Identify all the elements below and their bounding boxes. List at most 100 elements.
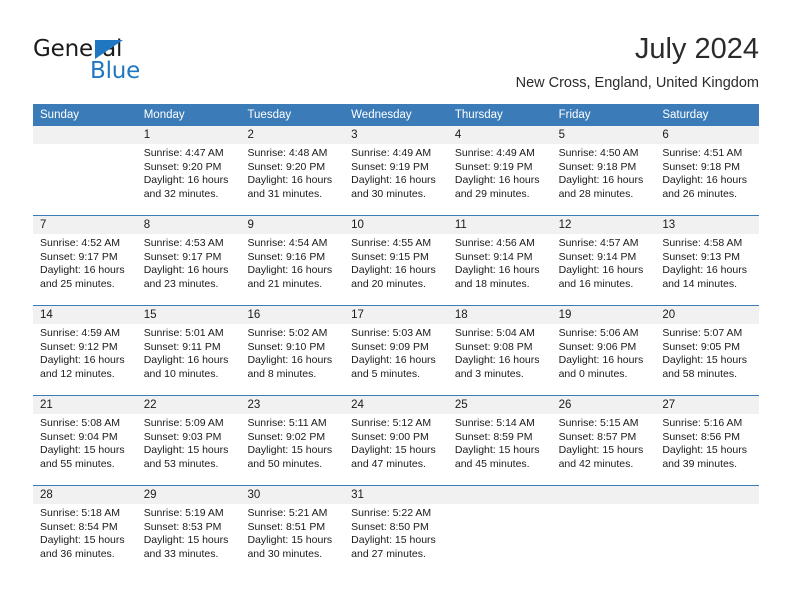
day-number[interactable]: 23 [240,396,344,414]
day-cell[interactable]: Sunrise: 5:21 AM Sunset: 8:51 PM Daylight:… [240,504,344,575]
day-number[interactable]: 11 [448,216,552,234]
day-cell[interactable]: Sunrise: 4:56 AM Sunset: 9:14 PM Daylight:… [448,234,552,305]
day-cell[interactable]: Sunrise: 5:15 AM Sunset: 8:57 PM Daylight:… [552,414,656,485]
sunset-text: Sunset: 8:56 PM [662,430,740,443]
weekday-header-saturday: Saturday [662,109,709,121]
daylight-line2-text: and 27 minutes. [351,547,426,560]
day-cell[interactable]: Sunrise: 5:22 AM Sunset: 8:50 PM Daylight:… [344,504,448,575]
day-cell[interactable]: Sunrise: 4:55 AM Sunset: 9:15 PM Daylight:… [344,234,448,305]
day-cell[interactable]: Sunrise: 5:19 AM Sunset: 8:53 PM Daylight:… [137,504,241,575]
day-cell[interactable]: Sunrise: 5:01 AM Sunset: 9:11 PM Daylight:… [137,324,241,395]
sunrise-text: Sunrise: 5:07 AM [662,327,743,339]
day-cell[interactable]: Sunrise: 5:16 AM Sunset: 8:56 PM Daylight:… [655,414,759,485]
day-number[interactable]: 10 [344,216,448,234]
daylight-line1-text: Daylight: 16 hours [558,354,644,367]
daylight-line1-text: Daylight: 15 hours [143,444,229,457]
day-number[interactable]: 30 [240,486,344,504]
sunset-text: Sunset: 9:13 PM [662,250,740,263]
day-cell[interactable]: Sunrise: 4:52 AM Sunset: 9:17 PM Daylight:… [33,234,137,305]
daylight-line2-text: and 58 minutes. [662,367,738,380]
day-cell[interactable]: Sunrise: 4:53 AM Sunset: 9:17 PM Daylight:… [137,234,241,305]
day-cell[interactable]: Sunrise: 4:47 AM Sunset: 9:20 PM Daylight:… [137,144,241,215]
day-number[interactable]: 13 [655,216,759,234]
day-number[interactable]: 15 [137,306,241,324]
day-number[interactable]: 18 [448,306,552,324]
sunset-text: Sunset: 9:15 PM [351,250,429,263]
daylight-line1-text: Daylight: 15 hours [662,444,747,457]
daylight-line2-text: and 29 minutes. [454,187,530,200]
week-day-number-band: 14 15 16 17 18 19 20 [33,306,759,324]
sunset-text: Sunset: 9:17 PM [143,250,222,263]
daylight-line2-text: and 12 minutes. [40,367,115,380]
day-number[interactable]: 27 [655,396,759,414]
day-number[interactable]: 22 [137,396,241,414]
sunset-text: Sunset: 9:14 PM [558,250,637,263]
daylight-line1-text: Daylight: 15 hours [454,444,540,457]
daylight-line2-text: and 25 minutes. [40,277,115,290]
sunrise-text: Sunrise: 5:02 AM [247,327,328,339]
day-cell[interactable]: Sunrise: 4:57 AM Sunset: 9:14 PM Daylight:… [552,234,656,305]
day-number[interactable]: 20 [655,306,759,324]
day-cell[interactable]: Sunrise: 4:50 AM Sunset: 9:18 PM Daylight:… [552,144,656,215]
day-number[interactable]: 9 [240,216,344,234]
sunrise-text: Sunrise: 5:15 AM [558,417,639,429]
day-number[interactable]: 16 [240,306,344,324]
daylight-line2-text: and 28 minutes. [558,187,634,200]
day-cell[interactable]: Sunrise: 5:06 AM Sunset: 9:06 PM Daylight:… [552,324,656,395]
day-cell[interactable]: Sunrise: 4:54 AM Sunset: 9:16 PM Daylight:… [240,234,344,305]
sunrise-text: Sunrise: 5:21 AM [247,507,328,519]
daylight-line1-text: Daylight: 16 hours [40,264,125,277]
day-cell[interactable]: Sunrise: 5:18 AM Sunset: 8:54 PM Daylight:… [33,504,137,575]
day-cell[interactable]: Sunrise: 5:12 AM Sunset: 9:00 PM Daylight:… [344,414,448,485]
daylight-line2-text: and 50 minutes. [247,457,323,470]
day-cell[interactable]: Sunrise: 5:14 AM Sunset: 8:59 PM Daylight:… [448,414,552,485]
day-number[interactable]: 19 [552,306,656,324]
day-number[interactable]: 26 [552,396,656,414]
day-cell[interactable]: Sunrise: 5:09 AM Sunset: 9:03 PM Daylight:… [137,414,241,485]
sunrise-text: Sunrise: 4:52 AM [40,237,120,249]
day-number[interactable]: 12 [552,216,656,234]
daylight-line1-text: Daylight: 16 hours [40,354,125,367]
daylight-line1-text: Daylight: 16 hours [558,174,644,187]
day-number[interactable]: 14 [33,306,137,324]
day-number[interactable]: 25 [448,396,552,414]
day-number[interactable]: 21 [33,396,137,414]
day-number[interactable]: 1 [137,126,241,144]
day-number[interactable]: 5 [552,126,656,144]
sunrise-text: Sunrise: 5:19 AM [143,507,224,519]
week-day-number-band: 123456 [33,126,759,144]
day-number[interactable]: 6 [655,126,759,144]
day-cell[interactable]: Sunrise: 5:02 AM Sunset: 9:10 PM Daylight:… [240,324,344,395]
day-number[interactable]: 29 [137,486,241,504]
day-cell[interactable]: Sunrise: 5:03 AM Sunset: 9:09 PM Daylight:… [344,324,448,395]
day-number[interactable]: 31 [344,486,448,504]
day-cell[interactable]: Sunrise: 5:08 AM Sunset: 9:04 PM Daylight:… [33,414,137,485]
day-number [552,486,656,504]
day-cell[interactable]: Sunrise: 4:49 AM Sunset: 9:19 PM Daylight:… [344,144,448,215]
day-cell[interactable]: Sunrise: 4:49 AM Sunset: 9:19 PM Daylight:… [448,144,552,215]
sunrise-text: Sunrise: 5:22 AM [351,507,432,519]
day-number[interactable]: 2 [240,126,344,144]
day-cell[interactable]: Sunrise: 4:58 AM Sunset: 9:13 PM Daylight:… [655,234,759,305]
sunset-text: Sunset: 8:54 PM [40,520,118,533]
day-number[interactable]: 4 [448,126,552,144]
day-cell[interactable]: Sunrise: 4:48 AM Sunset: 9:20 PM Daylight:… [240,144,344,215]
day-number[interactable]: 3 [344,126,448,144]
calendar-week-row: 28 29 30 31 Sunrise: 5:18 AM Sunset: 8:54 PM D… [33,486,759,575]
day-number[interactable]: 7 [33,216,137,234]
day-cell[interactable]: Sunrise: 4:59 AM Sunset: 9:12 PM Daylight:… [33,324,137,395]
day-number[interactable]: 17 [344,306,448,324]
day-cell[interactable]: Sunrise: 4:51 AM Sunset: 9:18 PM Daylight:… [655,144,759,215]
weekday-header-tuesday: Tuesday [247,109,292,121]
day-number[interactable]: 28 [33,486,137,504]
day-cell[interactable]: Sunrise: 5:04 AM Sunset: 9:08 PM Daylight:… [448,324,552,395]
day-number[interactable]: 24 [344,396,448,414]
sunrise-text: Sunrise: 4:48 AM [247,147,328,159]
day-cell[interactable]: Sunrise: 5:11 AM Sunset: 9:02 PM Daylight:… [240,414,344,485]
day-cell[interactable]: Sunrise: 5:07 AM Sunset: 9:05 PM Daylight:… [655,324,759,395]
sunset-text: Sunset: 9:11 PM [143,340,221,353]
weekday-header-wednesday: Wednesday [351,109,412,121]
daylight-line2-text: and 39 minutes. [662,457,738,470]
day-number[interactable]: 8 [137,216,241,234]
sunset-text: Sunset: 9:12 PM [40,340,118,353]
